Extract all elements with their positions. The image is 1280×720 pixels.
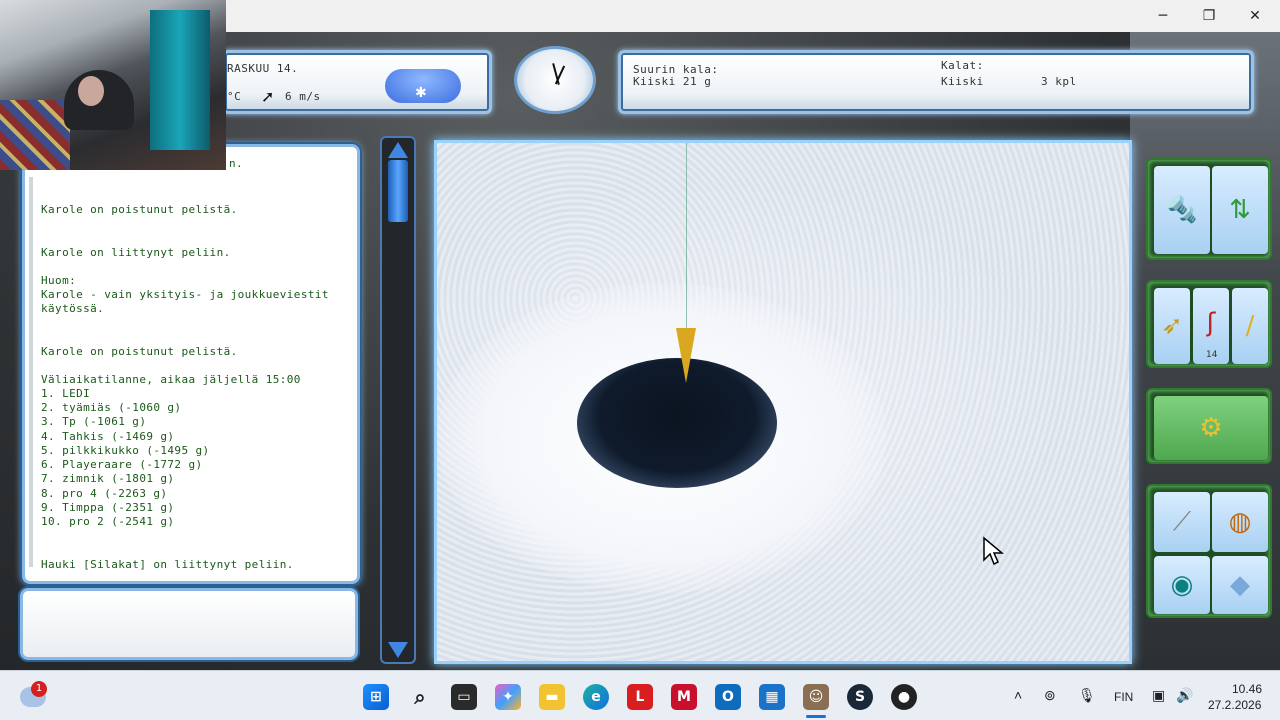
ice-drill-icon[interactable]: 🔩 <box>1154 166 1210 254</box>
chat-line: 1. LEDI <box>41 387 91 400</box>
rod-icon[interactable]: / <box>1232 288 1268 364</box>
chat-line: 6. Playeraare (-1772 g) <box>41 458 203 471</box>
mcafee-icon[interactable]: M <box>671 684 697 710</box>
weather-panel: RASKUU 14. °C ➚ 6 m/s ✱ <box>222 50 492 114</box>
globe-icon[interactable]: ◍ <box>1212 492 1268 552</box>
steam-icon[interactable]: S <box>847 684 873 710</box>
chat-log[interactable]: n. Karole on poistunut pelistä. Karole o… <box>22 144 360 584</box>
show-hidden-icons-icon[interactable]: ˄ <box>1014 687 1022 703</box>
chat-line: 8. pro 4 (-2263 g) <box>41 487 168 500</box>
language-indicator[interactable]: FIN <box>1114 690 1133 704</box>
network-icon[interactable]: ⊚ <box>1044 687 1056 704</box>
close-button[interactable]: ✕ <box>1232 0 1278 32</box>
folder-icon[interactable]: ▬ <box>539 684 565 710</box>
chat-line: Karole on poistunut pelistä. <box>41 203 238 216</box>
volume-icon[interactable]: 🔊 <box>1176 687 1193 704</box>
clock-time[interactable]: 10.46 <box>1232 682 1262 696</box>
chat-line: Hauki [Silakat] on liittynyt peliin. <box>41 558 294 571</box>
weather-date: RASKUU 14. <box>227 62 299 75</box>
snow-cloud-icon: ✱ <box>385 69 461 103</box>
tool-group-drill: 🔩 ⇅ <box>1146 158 1272 260</box>
chat-line: 10. pro 2 (-2541 g) <box>41 515 175 528</box>
arrows-swap-icon[interactable]: ⇅ <box>1212 166 1268 254</box>
chat-line: 3. Tp (-1061 g) <box>41 415 147 428</box>
chat-app-icon[interactable]: ● <box>891 684 917 710</box>
chat-line: 7. zimnik (-1801 g) <box>41 472 175 485</box>
tool-group-lures: ➶ ʃ 14 / <box>1146 280 1272 368</box>
maximize-button[interactable]: ❐ <box>1186 0 1232 32</box>
hook-count: 14 <box>1206 350 1218 360</box>
fish-caught-label: Kalat: <box>941 59 984 72</box>
wind-arrow-icon: ➚ <box>261 87 275 106</box>
chat-input[interactable] <box>20 588 358 660</box>
scroll-thumb[interactable] <box>388 160 408 222</box>
stats-panel: Suurin kala: Kiiski 21 g Kalat: Kiiski 3… <box>618 50 1254 114</box>
ice-hole-view[interactable] <box>434 140 1132 664</box>
fish-caught-count: 3 kpl <box>1041 75 1077 88</box>
search-icon[interactable]: ⌕ <box>407 684 433 710</box>
fish-caught-name: Kiiski <box>941 75 984 88</box>
chat-line: 9. Timppa (-2351 g) <box>41 501 175 514</box>
lure-icon <box>676 328 696 383</box>
knife-icon[interactable]: ⟋ <box>1154 492 1210 552</box>
file-explorer-icon[interactable]: ▭ <box>451 684 477 710</box>
eye-icon[interactable]: ◉ <box>1154 556 1210 614</box>
chat-line: Karole - vain yksityis- ja joukkueviesti… <box>41 288 329 301</box>
clock-date[interactable]: 27.2.2026 <box>1208 698 1261 712</box>
view-scrollbar[interactable] <box>380 136 416 664</box>
microphone-icon[interactable]: 🎙 <box>1078 687 1096 704</box>
chat-line: 5. pilkkikukko (-1495 g) <box>41 444 210 457</box>
store-icon[interactable]: ▦ <box>759 684 785 710</box>
chat-line: Karole on poistunut pelistä. <box>41 345 238 358</box>
webcam-overlay <box>0 0 226 170</box>
temperature-unit: °C <box>227 90 242 103</box>
notification-badge: 1 <box>31 681 47 697</box>
fishing-line <box>686 143 687 353</box>
copilot-icon[interactable]: ✦ <box>495 684 521 710</box>
scroll-down-arrow-icon[interactable] <box>388 642 408 658</box>
scroll-up-arrow-icon[interactable] <box>388 142 408 158</box>
fishing-rod-set-icon[interactable]: ⚙ <box>1154 396 1268 460</box>
lure-icon[interactable]: ➶ <box>1154 288 1190 364</box>
clock-icon <box>514 46 596 114</box>
game-app-icon[interactable]: ☺ <box>803 684 829 710</box>
mouse-cursor-icon <box>983 536 1004 566</box>
outlook-icon[interactable]: O <box>715 684 741 710</box>
l-app-icon[interactable]: L <box>627 684 653 710</box>
chat-line: Huom: <box>41 274 77 287</box>
minimize-button[interactable]: ─ <box>1140 0 1186 32</box>
wind-speed: 6 m/s <box>285 90 321 103</box>
tool-group-rod: ⚙ <box>1146 388 1272 464</box>
biggest-fish-value: Kiiski 21 g <box>633 75 712 88</box>
display-icon[interactable]: ▣ <box>1152 687 1165 704</box>
chat-line: Väliaikatilanne, aikaa jäljellä 15:00 <box>41 373 301 386</box>
windows-start-icon[interactable]: ⊞ <box>363 684 389 710</box>
active-app-indicator <box>806 715 826 718</box>
chat-scrollbar[interactable] <box>29 177 33 567</box>
chat-line: 2. tyämiäs (-1060 g) <box>41 401 182 414</box>
chat-line: Karole on liittynyt peliin. <box>41 246 231 259</box>
edge-icon[interactable]: e <box>583 684 609 710</box>
chat-line: käytössä. <box>41 302 105 315</box>
chat-line: n. <box>229 157 244 170</box>
ice-sheet-icon[interactable]: ◆ <box>1212 556 1268 614</box>
tool-group-misc: ⟋ ◍ ◉ ◆ <box>1146 484 1272 618</box>
chat-line: 4. Tahkis (-1469 g) <box>41 430 175 443</box>
taskbar: 1 ⊞ ⌕ ▭ ✦ ▬ e L M O ▦ ☺ S ● ˄ ⊚ 🎙 FIN ▣ … <box>0 670 1280 720</box>
